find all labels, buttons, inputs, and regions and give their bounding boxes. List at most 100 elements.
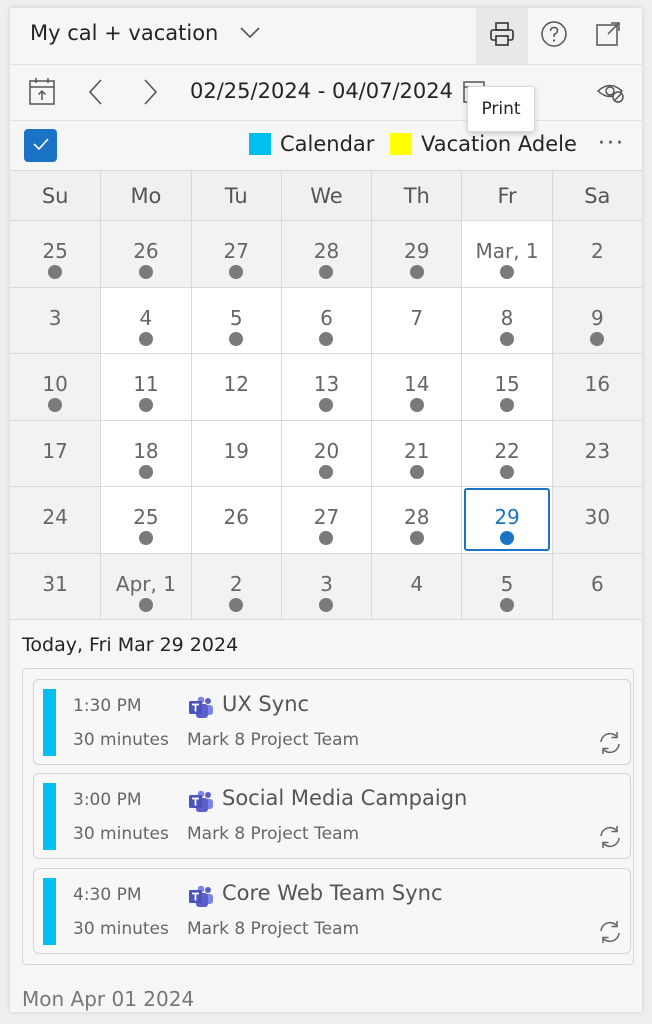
previous-button[interactable]: [86, 77, 106, 111]
day-cell[interactable]: 16: [551, 353, 642, 420]
day-number: 16: [584, 372, 611, 396]
day-cell[interactable]: 6: [551, 552, 642, 619]
event-indicator-dot: [138, 531, 153, 545]
day-number: 22: [494, 438, 520, 463]
day-number: 10: [42, 372, 68, 396]
day-number: 3: [48, 305, 62, 330]
day-cell[interactable]: 11: [100, 353, 191, 420]
event-card[interactable]: 3:00 PM 30 minutes Social Media Campaign Ma…: [33, 773, 631, 859]
more-options-button[interactable]: ···: [598, 131, 625, 156]
day-cell[interactable]: 4: [100, 286, 191, 353]
next-button[interactable]: [140, 77, 160, 111]
day-number: 2: [590, 239, 604, 263]
day-cell[interactable]: 25: [10, 220, 101, 287]
help-button[interactable]: [528, 8, 580, 64]
day-cell[interactable]: Apr, 1: [100, 552, 191, 619]
day-cell[interactable]: 13: [280, 353, 372, 420]
chevron-left-icon: [86, 77, 106, 111]
day-cell[interactable]: 18: [100, 419, 191, 486]
day-cell[interactable]: Mar, 1: [461, 220, 552, 287]
top-bar: My cal + vacation: [10, 8, 642, 64]
day-cell[interactable]: 26: [190, 486, 281, 553]
day-number: 6: [590, 571, 604, 596]
day-cell[interactable]: 4: [371, 552, 462, 619]
day-cell[interactable]: 27: [280, 486, 372, 553]
day-cell[interactable]: 19: [190, 419, 281, 486]
legend-swatch: [390, 133, 412, 155]
day-cell[interactable]: 29: [371, 220, 462, 287]
day-cell[interactable]: 26: [100, 220, 191, 287]
popout-button[interactable]: [582, 8, 634, 64]
day-cell[interactable]: 5: [461, 552, 552, 619]
event-indicator-dot: [409, 531, 424, 545]
day-cell[interactable]: 14: [371, 353, 462, 420]
event-indicator-dot: [138, 331, 153, 346]
day-cell[interactable]: 23: [551, 419, 642, 486]
day-cell[interactable]: 22: [461, 419, 552, 486]
open-external-icon: [594, 20, 622, 52]
day-number: 29: [404, 239, 430, 263]
day-cell[interactable]: 2: [190, 552, 281, 619]
day-number: 13: [313, 372, 340, 396]
day-number: 4: [139, 305, 153, 330]
day-cell[interactable]: 28: [371, 486, 462, 553]
day-cell[interactable]: 9: [551, 286, 642, 353]
day-number: 8: [500, 305, 514, 330]
day-number: 3: [320, 571, 333, 596]
day-cell[interactable]: 2: [551, 220, 642, 287]
legend-bar: Calendar Vacation Adele ···: [10, 120, 642, 170]
event-indicator-dot: [319, 531, 334, 545]
event-indicator-dot: [500, 531, 515, 545]
legend-label: Calendar: [280, 132, 375, 156]
day-cell[interactable]: 15: [461, 353, 552, 420]
day-cell[interactable]: 7: [371, 286, 462, 353]
day-cell[interactable]: 27: [190, 220, 281, 287]
day-cell[interactable]: 25: [100, 486, 191, 553]
legend-item-vacation[interactable]: Vacation Adele: [390, 132, 577, 156]
event-indicator-dot: [590, 331, 605, 346]
day-cell[interactable]: 30: [551, 486, 642, 553]
event-indicator-dot: [138, 398, 153, 412]
event-organizer: Mark 8 Project Team: [187, 919, 360, 939]
event-indicator-dot: [48, 398, 63, 412]
day-cell[interactable]: 12: [190, 353, 281, 420]
legend-label: Vacation Adele: [421, 132, 577, 156]
legend-swatch: [249, 133, 271, 155]
day-cell-today[interactable]: 29: [461, 486, 552, 553]
teams-meeting-icon: [187, 789, 215, 815]
day-cell[interactable]: 5: [190, 286, 281, 353]
legend-item-calendar[interactable]: Calendar: [249, 132, 374, 156]
day-cell[interactable]: 24: [10, 486, 101, 553]
day-cell[interactable]: 10: [10, 353, 101, 420]
go-to-today-button[interactable]: [28, 77, 56, 111]
calendar-selector-dropdown[interactable]: My cal + vacation: [30, 21, 260, 45]
print-button[interactable]: [476, 8, 528, 64]
day-cell[interactable]: 20: [280, 419, 372, 486]
day-cell[interactable]: 21: [371, 419, 462, 486]
day-cell[interactable]: 3: [10, 286, 101, 353]
weekday-header: We: [280, 170, 372, 220]
select-all-checkbox[interactable]: [24, 129, 57, 162]
event-card[interactable]: 4:30 PM 30 minutes Core Web Team Sync Mark …: [33, 868, 631, 954]
event-subject: Core Web Team Sync: [222, 881, 443, 905]
day-cell[interactable]: 17: [10, 419, 101, 486]
day-cell[interactable]: 28: [280, 220, 372, 287]
day-number: 21: [404, 438, 430, 463]
day-number: 17: [42, 438, 68, 463]
day-cell[interactable]: 6: [280, 286, 372, 353]
month-grid: Su Mo Tu We Th Fr Sa 25 26 27 28 29 Mar, 1234567891…: [10, 170, 642, 620]
day-number: 28: [313, 239, 340, 263]
event-duration: 30 minutes: [73, 730, 169, 750]
day-cell[interactable]: 31: [10, 552, 101, 619]
event-indicator-dot: [409, 464, 424, 479]
event-duration: 30 minutes: [73, 919, 169, 939]
weeks-container: 25 26 27 28 29 Mar, 1 2 3 4 5 6 7 8 9 10 11 12 13 14 15 16 17…: [10, 220, 642, 619]
event-indicator-dot: [138, 265, 153, 279]
day-cell[interactable]: 3: [280, 552, 372, 619]
event-card[interactable]: 1:30 PM 30 minutes UX Sync Mark 8 Project T…: [33, 679, 631, 765]
teams-meeting-icon: [187, 695, 215, 721]
event-indicator-dot: [319, 331, 334, 346]
teams-meeting-icon: [187, 884, 215, 910]
visibility-toggle-button[interactable]: [596, 79, 626, 109]
day-cell[interactable]: 8: [461, 286, 552, 353]
